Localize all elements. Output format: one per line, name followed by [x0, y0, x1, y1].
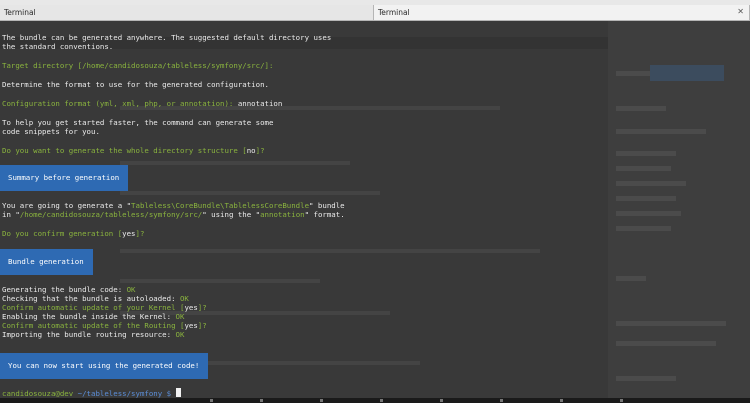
taskbar-item[interactable] [210, 399, 213, 402]
text: Enabling the bundle inside the Kernel: [2, 312, 176, 321]
tab-label: Terminal [378, 8, 410, 17]
prompt-text: ]: [264, 61, 274, 70]
output-line: Determine the format to use for the gene… [2, 80, 269, 89]
prompt-text: Confirm automatic update of your Kernel … [2, 303, 185, 312]
default-value: yes [122, 229, 136, 238]
text: Generating the bundle code: [2, 285, 127, 294]
output-line: the standard conventions. [2, 42, 114, 51]
prompt-text: Configuration format (yml, xml, php, or … [2, 99, 238, 108]
taskbar-item[interactable] [260, 399, 263, 402]
text: " using the " [202, 210, 261, 219]
default-value: yes [184, 303, 198, 312]
format-name: annotation [260, 210, 305, 219]
target-directory-prompt: Target directory [/home/candidosouza/tab… [2, 61, 273, 70]
text: Importing the bundle routing resource: [2, 330, 176, 339]
output-line: code snippets for you. [2, 127, 100, 136]
step-line: Checking that the bundle is autoloaded: … [2, 294, 189, 303]
taskbar-item[interactable] [500, 399, 503, 402]
prompt-text: Do you want to generate the whole direct… [2, 146, 247, 155]
shell-prompt[interactable]: candidosouza@dev ~/tableless/symfony $ [2, 388, 181, 398]
step-line: Generating the bundle code: OK [2, 285, 136, 294]
kernel-confirm-prompt: Confirm automatic update of your Kernel … [2, 303, 207, 312]
format-prompt: Configuration format (yml, xml, php, or … [2, 99, 282, 108]
bundle-generation-block: Bundle generation [0, 249, 93, 275]
taskbar [0, 398, 750, 403]
tab-label: Terminal [4, 8, 36, 17]
generation-line: in "/home/candidosouza/tableless/symfony… [2, 210, 345, 219]
ok-status: OK [175, 312, 185, 321]
prompt-user: candidosouza@dev [2, 389, 74, 398]
close-icon[interactable]: ✕ [737, 7, 744, 16]
step-line: Enabling the bundle inside the Kernel: O… [2, 312, 184, 321]
prompt-text: Do you confirm generation [ [2, 229, 123, 238]
success-block: You can now start using the generated co… [0, 353, 208, 379]
taskbar-item[interactable] [620, 399, 623, 402]
default-value: no [246, 146, 256, 155]
bundle-path: /home/candidosouza/tableless/symfony/src… [19, 210, 203, 219]
prompt-text: Target directory [ [2, 61, 83, 70]
text: in " [2, 210, 20, 219]
confirm-prompt: Do you confirm generation [yes]? [2, 229, 144, 238]
ok-status: OK [175, 330, 185, 339]
routing-confirm-prompt: Confirm automatic update of the Routing … [2, 321, 207, 330]
step-line: Importing the bundle routing resource: O… [2, 330, 184, 339]
text: " format. [304, 210, 345, 219]
prompt-text: ]? [197, 321, 207, 330]
structure-prompt: Do you want to generate the whole direct… [2, 146, 265, 155]
summary-block: Summary before generation [0, 165, 128, 191]
output-line: To help you get started faster, the comm… [2, 118, 274, 127]
taskbar-item[interactable] [440, 399, 443, 402]
taskbar-item[interactable] [320, 399, 323, 402]
prompt-text: ]? [255, 146, 265, 155]
text-cursor [175, 388, 181, 397]
ok-status: OK [179, 294, 189, 303]
default-value: /home/candidosouza/tableless/symfony/src… [82, 61, 265, 70]
ok-status: OK [126, 285, 136, 294]
prompt-text: ]? [197, 303, 207, 312]
prompt-text: ]? [135, 229, 145, 238]
prompt-text: Confirm automatic update of the Routing … [2, 321, 185, 330]
tab-terminal-left[interactable]: Terminal [0, 5, 374, 20]
generation-line: You are going to generate a "Tableless\C… [2, 201, 345, 210]
bundle-name: Tableless\CoreBundle\TablelessCoreBundle [131, 201, 310, 210]
taskbar-item[interactable] [380, 399, 383, 402]
prompt-path: ~/tableless/symfony $ [73, 389, 176, 398]
user-answer: annotation [237, 99, 283, 108]
window-tab-bar: Terminal Terminal ✕ [0, 5, 750, 21]
default-value: yes [184, 321, 198, 330]
tab-terminal-right[interactable]: Terminal ✕ [374, 5, 750, 20]
output-line: The bundle can be generated anywhere. Th… [2, 33, 332, 42]
text: You are going to generate a " [2, 201, 132, 210]
taskbar-item[interactable] [560, 399, 563, 402]
terminal-output[interactable]: The bundle can be generated anywhere. Th… [0, 21, 750, 403]
text: Checking that the bundle is autoloaded: [2, 294, 180, 303]
text: " bundle [309, 201, 345, 210]
